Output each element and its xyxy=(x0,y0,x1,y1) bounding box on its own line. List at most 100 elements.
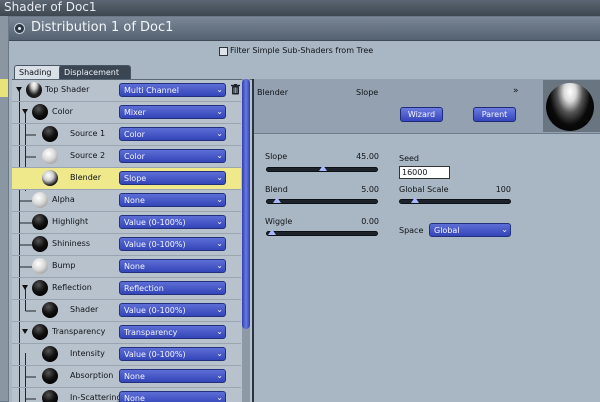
tree-row-bump[interactable]: Bump None ⌄ xyxy=(12,256,241,278)
shader-preview-icon xyxy=(32,280,48,296)
tree-row-reflection[interactable]: Reflection Reflection ⌄ xyxy=(12,278,241,300)
dialog-titlebar[interactable]: Distribution 1 of Doc1 xyxy=(9,17,600,41)
chevron-down-icon: ⌄ xyxy=(216,305,223,314)
tree-row-alpha[interactable]: Alpha None ⌄ xyxy=(12,190,241,212)
dropdown-value: Value (0-100%) xyxy=(124,306,186,315)
node-label: Blender xyxy=(257,88,288,97)
slider-thumb[interactable] xyxy=(273,197,282,203)
shader-type-dropdown[interactable]: None ⌄ xyxy=(119,369,226,383)
blend-label: Blend xyxy=(265,185,288,194)
chevron-down-icon: ⌄ xyxy=(216,195,223,204)
tree-row-in-scattering[interactable]: In-Scattering None ⌄ xyxy=(12,388,241,402)
tree-row-shininess[interactable]: Shininess Value (0-100%) ⌄ xyxy=(12,234,241,256)
chevron-down-icon: ⌄ xyxy=(216,173,223,182)
shader-preview-icon xyxy=(32,192,48,208)
shader-type-dropdown[interactable]: Multi Channel ⌄ xyxy=(119,83,226,97)
tree-row-highlight[interactable]: Highlight Value (0-100%) ⌄ xyxy=(12,212,241,234)
tab-displacement[interactable]: Displacement xyxy=(59,65,131,79)
tree-row-label: Color xyxy=(52,107,73,116)
shader-type-dropdown[interactable]: Transparency ⌄ xyxy=(119,325,226,339)
background-window-title: Shader of Doc1 xyxy=(4,0,97,14)
tree-row-color[interactable]: Color Mixer ⌄ xyxy=(12,102,241,124)
circle-icon[interactable] xyxy=(14,23,25,34)
shader-type-dropdown[interactable]: Value (0-100%) ⌄ xyxy=(119,215,226,229)
global-scale-value: 100 xyxy=(495,185,511,194)
filter-checkbox[interactable] xyxy=(219,47,228,56)
shader-preview-icon xyxy=(42,148,58,164)
tree-row-transparency[interactable]: Transparency Transparency ⌄ xyxy=(12,322,241,344)
slider-thumb[interactable] xyxy=(268,229,276,235)
dropdown-value: Value (0-100%) xyxy=(124,218,186,227)
shader-type-dropdown[interactable]: Color ⌄ xyxy=(119,127,226,141)
tree-row-label: Reflection xyxy=(52,283,92,292)
shader-type-dropdown[interactable]: Value (0-100%) ⌄ xyxy=(119,347,226,361)
background-window-titlebar: Shader of Doc1 xyxy=(0,0,600,16)
trash-icon[interactable] xyxy=(231,84,240,95)
slider-thumb[interactable] xyxy=(319,165,327,171)
seed-input[interactable]: 16000 xyxy=(399,166,450,179)
shader-preview-icon xyxy=(26,82,42,98)
tree-row-absorption[interactable]: Absorption None ⌄ xyxy=(12,366,241,388)
tree-row-label: Highlight xyxy=(52,217,89,226)
slider-thumb[interactable] xyxy=(411,197,420,203)
slope-label: Slope xyxy=(265,152,288,161)
tree-row-label: Blender xyxy=(70,173,101,182)
dialog-title: Distribution 1 of Doc1 xyxy=(31,20,174,35)
shader-preview-icon xyxy=(42,390,58,402)
wiggle-slider[interactable] xyxy=(266,229,378,236)
dropdown-value: None xyxy=(124,372,145,381)
shader-type-dropdown[interactable]: None ⌄ xyxy=(119,391,226,402)
tree-row-label: Top Shader xyxy=(45,85,90,94)
space-label: Space xyxy=(399,226,424,235)
shader-type-dropdown[interactable]: Slope ⌄ xyxy=(119,171,226,185)
shader-preview-sphere xyxy=(546,83,594,131)
tree-row-label: Source 2 xyxy=(70,151,106,160)
tree-scrollbar[interactable] xyxy=(242,79,250,402)
tree-row-label: Bump xyxy=(52,261,76,270)
tree-row-intensity[interactable]: Intensity Value (0-100%) ⌄ xyxy=(12,344,241,366)
dropdown-value: Color xyxy=(124,152,145,161)
double-chevron-down-icon[interactable]: » xyxy=(513,86,519,96)
shader-preview-icon xyxy=(42,170,58,186)
shader-preview-icon xyxy=(32,236,48,252)
shader-type-dropdown[interactable]: None ⌄ xyxy=(119,193,226,207)
tree-row-label: Absorption xyxy=(70,371,114,380)
shader-type-dropdown[interactable]: Color ⌄ xyxy=(119,149,226,163)
expand-arrow-icon[interactable] xyxy=(22,109,28,114)
shader-type-dropdown[interactable]: Mixer ⌄ xyxy=(119,105,226,119)
dropdown-value: Color xyxy=(124,130,145,139)
tree-row-source-2[interactable]: Source 2 Color ⌄ xyxy=(12,146,241,168)
tree-row-blender[interactable]: Blender Slope ⌄ xyxy=(12,168,241,190)
shader-type-dropdown[interactable]: Reflection ⌄ xyxy=(119,281,226,295)
shader-type-dropdown[interactable]: None ⌄ xyxy=(119,259,226,273)
tree-row-source-1[interactable]: Source 1 Color ⌄ xyxy=(12,124,241,146)
shader-preview-icon xyxy=(42,302,58,318)
expand-arrow-icon[interactable] xyxy=(22,285,28,290)
wizard-button[interactable]: Wizard xyxy=(400,107,443,122)
shader-preview-icon xyxy=(32,258,48,274)
dropdown-value: Global xyxy=(434,226,460,235)
slope-slider[interactable] xyxy=(266,165,378,172)
shader-type-dropdown[interactable]: Value (0-100%) ⌄ xyxy=(119,237,226,251)
tree-row-shader[interactable]: Shader Value (0-100%) ⌄ xyxy=(12,300,241,322)
parent-button[interactable]: Parent xyxy=(473,107,516,122)
chevron-down-icon: ⌄ xyxy=(216,283,223,292)
tree-row-top-shader[interactable]: Top Shader Multi Channel ⌄ xyxy=(12,80,241,102)
dropdown-value: None xyxy=(124,196,145,205)
global-scale-slider[interactable] xyxy=(399,197,511,204)
tree-row-label: Source 1 xyxy=(70,129,106,138)
space-dropdown[interactable]: Global ⌄ xyxy=(429,223,511,237)
scrollbar-thumb[interactable] xyxy=(242,79,250,329)
chevron-down-icon: ⌄ xyxy=(216,129,223,138)
shader-type-label: Slope xyxy=(356,88,379,97)
filter-label: Filter Simple Sub-Shaders from Tree xyxy=(230,46,374,55)
shader-type-dropdown[interactable]: Value (0-100%) ⌄ xyxy=(119,303,226,317)
shader-preview-icon xyxy=(32,214,48,230)
chevron-down-icon: ⌄ xyxy=(216,85,223,94)
expand-arrow-icon[interactable] xyxy=(22,329,28,334)
tree-row-label: Shader xyxy=(70,305,99,314)
expand-arrow-icon[interactable] xyxy=(16,87,22,92)
shader-tree: Top Shader Multi Channel ⌄ Color Mixer ⌄ S… xyxy=(12,79,252,402)
shader-preview-icon xyxy=(42,126,58,142)
blend-slider[interactable] xyxy=(266,197,378,204)
